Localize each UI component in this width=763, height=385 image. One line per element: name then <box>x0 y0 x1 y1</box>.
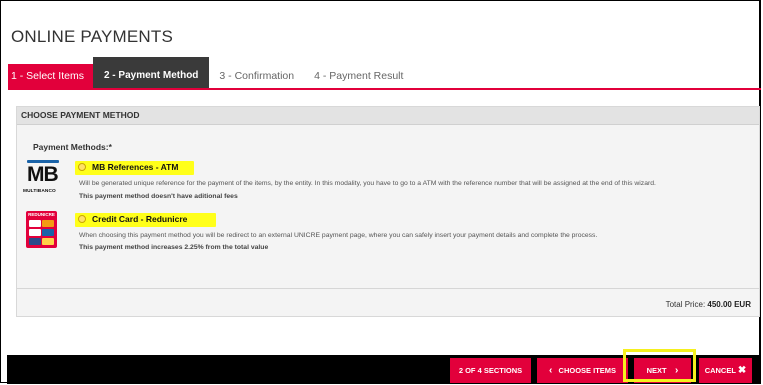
mb-radio-button[interactable] <box>78 163 86 171</box>
choose-items-label: CHOOSE ITEMS <box>558 366 617 375</box>
next-button-highlight <box>623 349 696 382</box>
cancel-label: CANCEL <box>704 366 736 375</box>
wizard-tabs: 1 - Select Items 2 - Payment Method 3 - … <box>8 57 413 88</box>
sections-counter: 2 OF 4 SECTIONS <box>450 358 531 383</box>
tabs-underline <box>8 88 761 90</box>
credit-card-radio-button[interactable] <box>78 215 86 223</box>
visa-electron-icon <box>29 229 41 236</box>
tab-payment-method[interactable]: 2 - Payment Method <box>92 57 210 88</box>
redunicre-logo: REDUNICRE <box>26 211 57 248</box>
chevron-left-icon: ‹ <box>548 365 553 376</box>
choose-items-button[interactable]: ‹ CHOOSE ITEMS <box>537 358 628 383</box>
payment-method-panel: CHOOSE PAYMENT METHOD Payment Methods:* … <box>16 106 760 317</box>
multibanco-logo-text: MB <box>27 163 59 186</box>
tab-confirmation: 3 - Confirmation <box>219 70 295 82</box>
redunicre-logo-text: REDUNICRE <box>28 212 55 217</box>
mb-option-title[interactable]: MB References - ATM <box>92 161 178 174</box>
credit-card-fee-note: This payment method increases 2.25% from… <box>79 244 269 251</box>
close-icon: ✖ <box>737 365 747 376</box>
debit-card-icon <box>29 238 41 245</box>
tab-select-items[interactable]: 1 - Select Items <box>8 64 93 88</box>
multibanco-logo: MB MULTIBANCO <box>23 160 63 196</box>
credit-card-description: When choosing this payment method you wi… <box>79 232 598 239</box>
maestro-icon <box>42 229 54 236</box>
total-price-value: 450.00 EUR <box>707 300 751 309</box>
credit-card-option-title[interactable]: Credit Card - Redunicre <box>92 213 187 226</box>
total-price-label: Total Price: <box>665 300 706 309</box>
payment-methods-label: Payment Methods:* <box>33 142 112 152</box>
visa-card-icon <box>29 220 41 227</box>
mb-fee-note: This payment method doesn't have adition… <box>79 193 238 200</box>
panel-header: CHOOSE PAYMENT METHOD <box>17 107 759 125</box>
mb-description: Will be generated unique reference for t… <box>79 180 656 187</box>
cancel-button[interactable]: CANCEL ✖ <box>699 358 752 383</box>
multibanco-logo-subtext: MULTIBANCO <box>23 189 56 194</box>
panel-divider <box>17 288 759 289</box>
amex-card-icon <box>42 238 54 245</box>
page-title: ONLINE PAYMENTS <box>11 27 174 46</box>
mastercard-icon <box>42 220 54 227</box>
total-price: Total Price: 450.00 EUR <box>666 300 751 309</box>
tab-payment-result: 4 - Payment Result <box>314 70 404 82</box>
